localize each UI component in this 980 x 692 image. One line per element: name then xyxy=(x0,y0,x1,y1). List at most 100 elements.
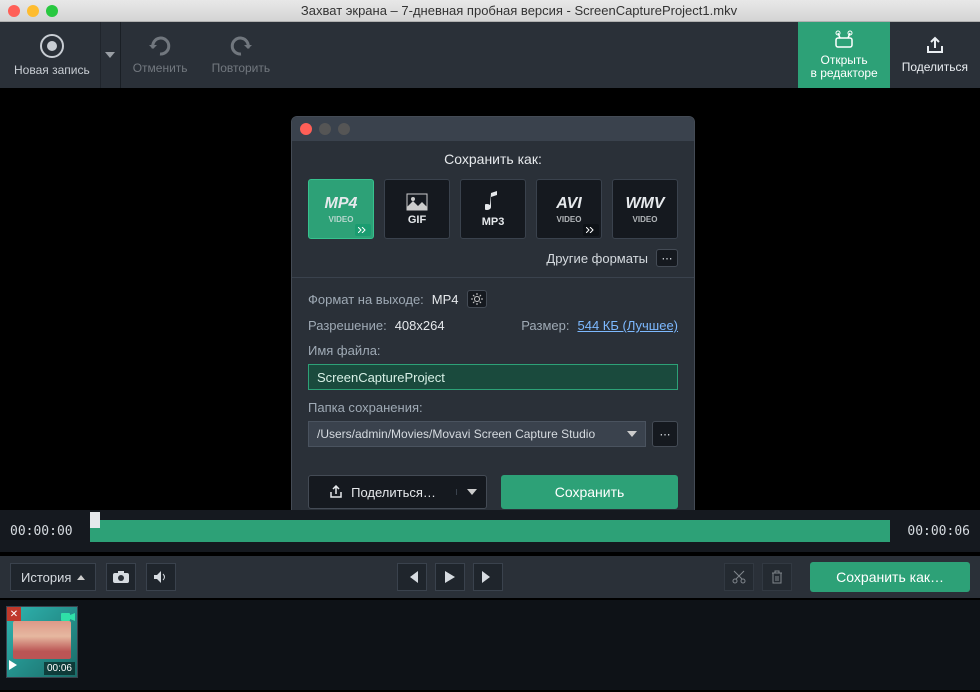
timeline-track[interactable] xyxy=(90,520,890,542)
chevron-down-icon xyxy=(105,52,115,58)
main-toolbar: Новая запись Отменить Повторить Открытьв… xyxy=(0,22,980,88)
format-avi-label: AVI xyxy=(556,195,581,213)
dialog-minimize-icon xyxy=(319,123,331,135)
size-value-link[interactable]: 544 КБ (Лучшее) xyxy=(577,318,678,333)
delete-button[interactable] xyxy=(762,563,792,591)
minimize-window-icon[interactable] xyxy=(27,5,39,17)
edit-controls xyxy=(724,563,792,591)
save-button[interactable]: Сохранить xyxy=(501,475,678,509)
skip-forward-icon xyxy=(482,571,494,583)
size-label: Размер: xyxy=(521,318,569,333)
new-record-dropdown[interactable] xyxy=(100,22,120,88)
save-as-button[interactable]: Сохранить как… xyxy=(810,562,970,592)
format-mp4[interactable]: MP4 VIDEO xyxy=(308,179,374,239)
undo-label: Отменить xyxy=(133,61,188,75)
undo-icon xyxy=(147,35,173,57)
clip-duration: 00:06 xyxy=(44,662,75,675)
record-icon xyxy=(39,33,65,59)
chevron-down-icon xyxy=(467,489,477,495)
format-gif-label: GIF xyxy=(408,214,426,226)
camera-icon xyxy=(113,571,129,583)
other-formats-button[interactable]: ⋯ xyxy=(656,249,678,267)
share-icon xyxy=(924,36,946,56)
playback-controls xyxy=(397,563,503,591)
open-in-editor-button[interactable]: Открытьв редакторе xyxy=(798,22,889,88)
speaker-icon xyxy=(154,571,168,583)
history-toggle-button[interactable]: История xyxy=(10,563,96,591)
redo-label: Повторить xyxy=(212,61,271,75)
share-dropdown[interactable]: Поделиться… xyxy=(308,475,487,509)
save-as-dialog: Сохранить как: MP4 VIDEO GIF MP3 AVI VID… xyxy=(291,116,695,526)
chevron-down-icon xyxy=(627,431,637,437)
dialog-zoom-icon xyxy=(338,123,350,135)
format-mp3[interactable]: MP3 xyxy=(460,179,526,239)
format-mp3-label: MP3 xyxy=(482,216,505,228)
timeline-end: 00:00:06 xyxy=(900,524,970,539)
share-dropdown-label: Поделиться… xyxy=(351,485,436,500)
format-mp4-sub: VIDEO xyxy=(329,215,354,224)
filename-label: Имя файла: xyxy=(308,343,678,358)
dialog-titlebar xyxy=(292,117,694,141)
output-format-settings-button[interactable] xyxy=(467,290,487,308)
browse-folder-button[interactable]: ⋯ xyxy=(652,421,678,447)
skip-back-icon xyxy=(406,571,418,583)
filename-input[interactable] xyxy=(308,364,678,390)
format-row: MP4 VIDEO GIF MP3 AVI VIDEO WMV VIDEO xyxy=(292,179,694,249)
output-format-value: MP4 xyxy=(432,292,459,307)
share-icon xyxy=(329,485,343,499)
undo-button[interactable]: Отменить xyxy=(121,22,200,88)
other-formats-label: Другие форматы xyxy=(546,251,648,266)
new-record-group: Новая запись xyxy=(0,22,121,88)
gear-icon xyxy=(471,293,483,305)
timeline-start: 00:00:00 xyxy=(10,524,80,539)
chevron-up-icon xyxy=(77,575,85,580)
format-mp4-label: MP4 xyxy=(325,195,358,213)
redo-button[interactable]: Повторить xyxy=(200,22,283,88)
history-strip: ✕ 00:06 xyxy=(0,600,980,690)
window-title: Захват экрана – 7-дневная пробная версия… xyxy=(66,3,972,18)
window-controls xyxy=(8,5,58,17)
resolution-value: 408x264 xyxy=(395,318,445,333)
new-record-label: Новая запись xyxy=(14,63,90,77)
controls-bar: История Сохранить как… xyxy=(0,556,980,598)
folder-select[interactable]: /Users/admin/Movies/Movavi Screen Captur… xyxy=(308,421,646,447)
prev-frame-button[interactable] xyxy=(397,563,427,591)
format-wmv-sub: VIDEO xyxy=(633,215,658,224)
new-record-button[interactable]: Новая запись xyxy=(0,22,100,88)
play-icon xyxy=(445,571,455,583)
screenshot-button[interactable] xyxy=(106,563,136,591)
next-frame-button[interactable] xyxy=(473,563,503,591)
volume-button[interactable] xyxy=(146,563,176,591)
share-label: Поделиться xyxy=(902,60,968,74)
resolution-label: Разрешение: xyxy=(308,318,387,333)
clip-thumbnail[interactable]: ✕ 00:06 xyxy=(6,606,78,678)
format-gif[interactable]: GIF xyxy=(384,179,450,239)
editor-icon xyxy=(833,30,855,50)
maximize-window-icon[interactable] xyxy=(46,5,58,17)
redo-icon xyxy=(228,35,254,57)
dialog-title: Сохранить как: xyxy=(292,141,694,179)
folder-value: /Users/admin/Movies/Movavi Screen Captur… xyxy=(317,427,595,441)
dialog-close-icon[interactable] xyxy=(300,123,312,135)
format-mp4-more[interactable] xyxy=(355,224,371,236)
clip-delete-button[interactable]: ✕ xyxy=(7,607,21,621)
history-label: История xyxy=(21,570,71,585)
music-note-icon xyxy=(485,191,501,213)
cut-button[interactable] xyxy=(724,563,754,591)
format-avi-sub: VIDEO xyxy=(557,215,582,224)
other-formats-row: Другие форматы ⋯ xyxy=(292,249,694,277)
close-window-icon[interactable] xyxy=(8,5,20,17)
camcorder-icon xyxy=(61,609,75,627)
clip-play-icon xyxy=(9,657,17,675)
format-avi-more[interactable] xyxy=(583,224,599,236)
share-button[interactable]: Поделиться xyxy=(890,22,980,88)
open-editor-label1: Открыть xyxy=(821,53,868,67)
play-button[interactable] xyxy=(435,563,465,591)
format-avi[interactable]: AVI VIDEO xyxy=(536,179,602,239)
window-titlebar: Захват экрана – 7-дневная пробная версия… xyxy=(0,0,980,22)
folder-label: Папка сохранения: xyxy=(308,400,678,415)
format-wmv[interactable]: WMV VIDEO xyxy=(612,179,678,239)
playhead[interactable] xyxy=(90,512,100,528)
open-editor-label2: в редакторе xyxy=(810,66,877,80)
trash-icon xyxy=(771,570,783,584)
